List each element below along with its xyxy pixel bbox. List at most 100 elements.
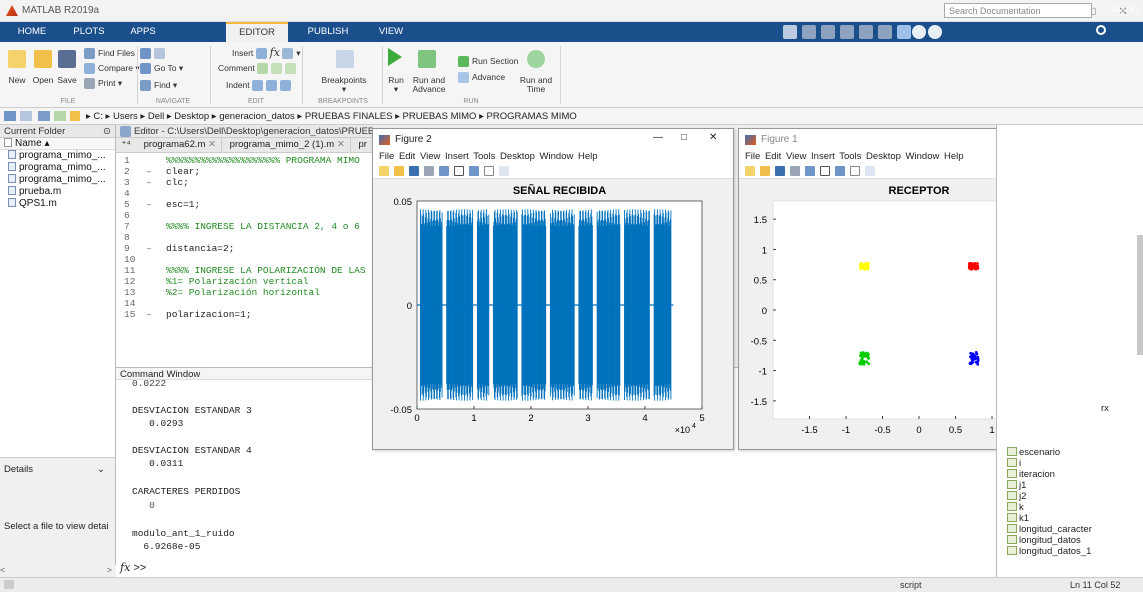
code-line[interactable]: 5– esc=1; bbox=[116, 199, 374, 210]
breadcrumb-desktop[interactable]: Desktop bbox=[174, 111, 209, 122]
code-line[interactable]: 8 bbox=[116, 232, 374, 243]
workspace-variable[interactable]: longitud_datos_1 bbox=[1005, 546, 1133, 557]
file-item[interactable]: programa_mimo_... bbox=[0, 162, 115, 174]
legend-icon[interactable] bbox=[469, 166, 479, 177]
code-line[interactable]: 12 %1= Polarización vertical bbox=[116, 276, 374, 287]
code-line[interactable]: 13 %2= Polarización horizontal bbox=[116, 287, 374, 298]
workspace-variable[interactable]: longitud_caracter bbox=[1005, 524, 1133, 535]
goto-button[interactable]: Go To ▾ bbox=[140, 63, 183, 74]
tab-publish[interactable]: PUBLISH bbox=[296, 22, 360, 42]
figure2-plot[interactable]: SEÑAL RECIBIDA0.050-0.050 1 2 3 4 5×10 4 bbox=[373, 179, 733, 449]
link-icon[interactable] bbox=[805, 166, 815, 177]
forward-icon[interactable] bbox=[20, 111, 32, 121]
breadcrumb-users[interactable]: Users bbox=[113, 111, 138, 122]
breadcrumb-pruebas-finales[interactable]: PRUEBAS FINALES bbox=[305, 111, 393, 122]
pointer-icon[interactable] bbox=[850, 166, 860, 177]
open-icon[interactable] bbox=[394, 166, 404, 177]
file-item[interactable]: programa_mimo_... bbox=[0, 174, 115, 186]
save-button[interactable]: Save bbox=[52, 76, 82, 85]
code-line[interactable]: 7 %%%% INGRESE LA DISTANCIA 2, 4 o 6 bbox=[116, 221, 374, 232]
undo-icon[interactable] bbox=[859, 25, 873, 39]
workspace-variable[interactable]: iteracion bbox=[1005, 469, 1133, 480]
advance-button[interactable]: Advance bbox=[458, 72, 505, 83]
close-tab-icon[interactable]: ✕ bbox=[208, 139, 216, 150]
options-icon[interactable] bbox=[928, 25, 942, 39]
browse-folder-icon[interactable] bbox=[54, 111, 66, 121]
code-line[interactable]: 9– distancia=2; bbox=[116, 243, 374, 254]
workspace-variable[interactable]: j1 bbox=[1005, 480, 1133, 491]
editor-tab[interactable]: pr bbox=[353, 138, 371, 151]
breadcrumb-c[interactable]: C: bbox=[93, 111, 103, 122]
workspace-variable[interactable]: escenario bbox=[1005, 447, 1133, 458]
editor-tab[interactable]: programa_mimo_2 (1).m ✕ bbox=[225, 138, 351, 151]
up-folder-icon[interactable] bbox=[38, 111, 50, 121]
code-line[interactable]: 10 bbox=[116, 254, 374, 265]
code-line[interactable]: 4 bbox=[116, 188, 374, 199]
breadcrumb-programas-mimo[interactable]: PROGRAMAS MIMO bbox=[487, 111, 577, 122]
save-icon[interactable] bbox=[775, 166, 785, 177]
panel-options-icon[interactable]: ⊙ bbox=[103, 126, 111, 137]
find-button[interactable]: Find ▾ bbox=[140, 80, 177, 91]
minimize-icon[interactable]: — bbox=[653, 132, 663, 143]
cmd-prompt[interactable]: fx >> bbox=[120, 561, 146, 574]
redo-icon[interactable] bbox=[878, 25, 892, 39]
code-line[interactable]: 2– clear; bbox=[116, 166, 374, 177]
file-item[interactable]: prueba.m bbox=[0, 186, 115, 198]
code-line[interactable]: 6 bbox=[116, 210, 374, 221]
paste-icon[interactable] bbox=[840, 25, 854, 39]
maximize-icon[interactable]: □ bbox=[681, 132, 687, 143]
file-item[interactable]: programa_mimo_... bbox=[0, 150, 115, 162]
tab-editor[interactable]: EDITOR bbox=[226, 22, 288, 42]
search-documentation-input[interactable]: Search Documentation bbox=[944, 3, 1092, 18]
save-icon[interactable] bbox=[409, 166, 419, 177]
open-icon[interactable] bbox=[760, 166, 770, 177]
print-icon[interactable] bbox=[424, 166, 434, 177]
file-item[interactable]: QPS1.m bbox=[0, 198, 115, 210]
run-advance-button[interactable]: Run and Advance bbox=[412, 76, 446, 94]
colorbar-icon[interactable] bbox=[820, 166, 830, 177]
cut-icon[interactable] bbox=[802, 25, 816, 39]
workspace-variable[interactable]: k1 bbox=[1005, 513, 1133, 524]
tab-view[interactable]: VIEW bbox=[366, 22, 416, 42]
workspace-variable[interactable]: i bbox=[1005, 458, 1133, 469]
code-area[interactable]: 1 %%%%%%%%%%%%%%%%%%%% PROGRAMA MIMO 2– cle… bbox=[116, 153, 374, 320]
search-icon[interactable] bbox=[1096, 25, 1106, 35]
tab-plots[interactable]: PLOTS bbox=[64, 22, 114, 42]
copy-icon[interactable] bbox=[821, 25, 835, 39]
property-editor-icon[interactable] bbox=[499, 166, 509, 177]
code-line[interactable]: 1 %%%%%%%%%%%%%%%%%%%% PROGRAMA MIMO bbox=[116, 155, 374, 166]
name-column-header[interactable]: Name ▴ bbox=[0, 138, 115, 150]
code-line[interactable]: 11 %%%% INGRESE LA POLARIZACIÓN DE LAS bbox=[116, 265, 374, 276]
code-line[interactable]: 3– clc; bbox=[116, 177, 374, 188]
figure2-menubar[interactable]: File Edit View Insert Tools Desktop Wind… bbox=[373, 151, 733, 165]
sign-in-link[interactable]: Sign In bbox=[1110, 4, 1138, 14]
run-time-button[interactable]: Run and Time bbox=[518, 76, 554, 94]
back-icon[interactable] bbox=[4, 111, 16, 121]
code-line[interactable]: 14 bbox=[116, 298, 374, 309]
editor-tab[interactable]: programa62.m ✕ bbox=[139, 138, 223, 151]
breakpoints-button[interactable]: Breakpoints ▾ bbox=[306, 76, 382, 94]
workspace-variable[interactable]: j2 bbox=[1005, 491, 1133, 502]
breadcrumb-dell[interactable]: Dell bbox=[148, 111, 164, 122]
property-editor-icon[interactable] bbox=[865, 166, 875, 177]
colorbar-icon[interactable] bbox=[454, 166, 464, 177]
breadcrumb-pruebas-mimo[interactable]: PRUEBAS MIMO bbox=[403, 111, 477, 122]
workspace-scrollbar[interactable] bbox=[1137, 235, 1143, 355]
breadcrumb-generacion-datos[interactable]: generacion_datos bbox=[219, 111, 295, 122]
switch-windows-icon[interactable] bbox=[897, 25, 911, 39]
print-button[interactable]: Print ▾ bbox=[84, 78, 122, 89]
close-icon[interactable]: ✕ bbox=[709, 132, 717, 143]
navigate-arrows[interactable] bbox=[140, 48, 168, 59]
new-figure-icon[interactable] bbox=[745, 166, 755, 177]
insert-button[interactable]: Insert fx ▾ bbox=[232, 47, 301, 60]
tab-home[interactable]: HOME bbox=[8, 22, 56, 42]
left-scrollbar[interactable]: < > bbox=[0, 565, 116, 577]
run-button[interactable]: Run ▾ bbox=[384, 76, 408, 94]
print-icon[interactable] bbox=[790, 166, 800, 177]
tab-apps[interactable]: APPS bbox=[120, 22, 166, 42]
indent-button[interactable]: Indent bbox=[226, 80, 294, 91]
workspace-variable[interactable]: longitud_datos bbox=[1005, 535, 1133, 546]
help-icon[interactable] bbox=[912, 25, 926, 39]
chevron-down-icon[interactable]: ⌄ bbox=[97, 464, 105, 475]
code-line[interactable]: 15– polarizacion=1; bbox=[116, 309, 374, 320]
